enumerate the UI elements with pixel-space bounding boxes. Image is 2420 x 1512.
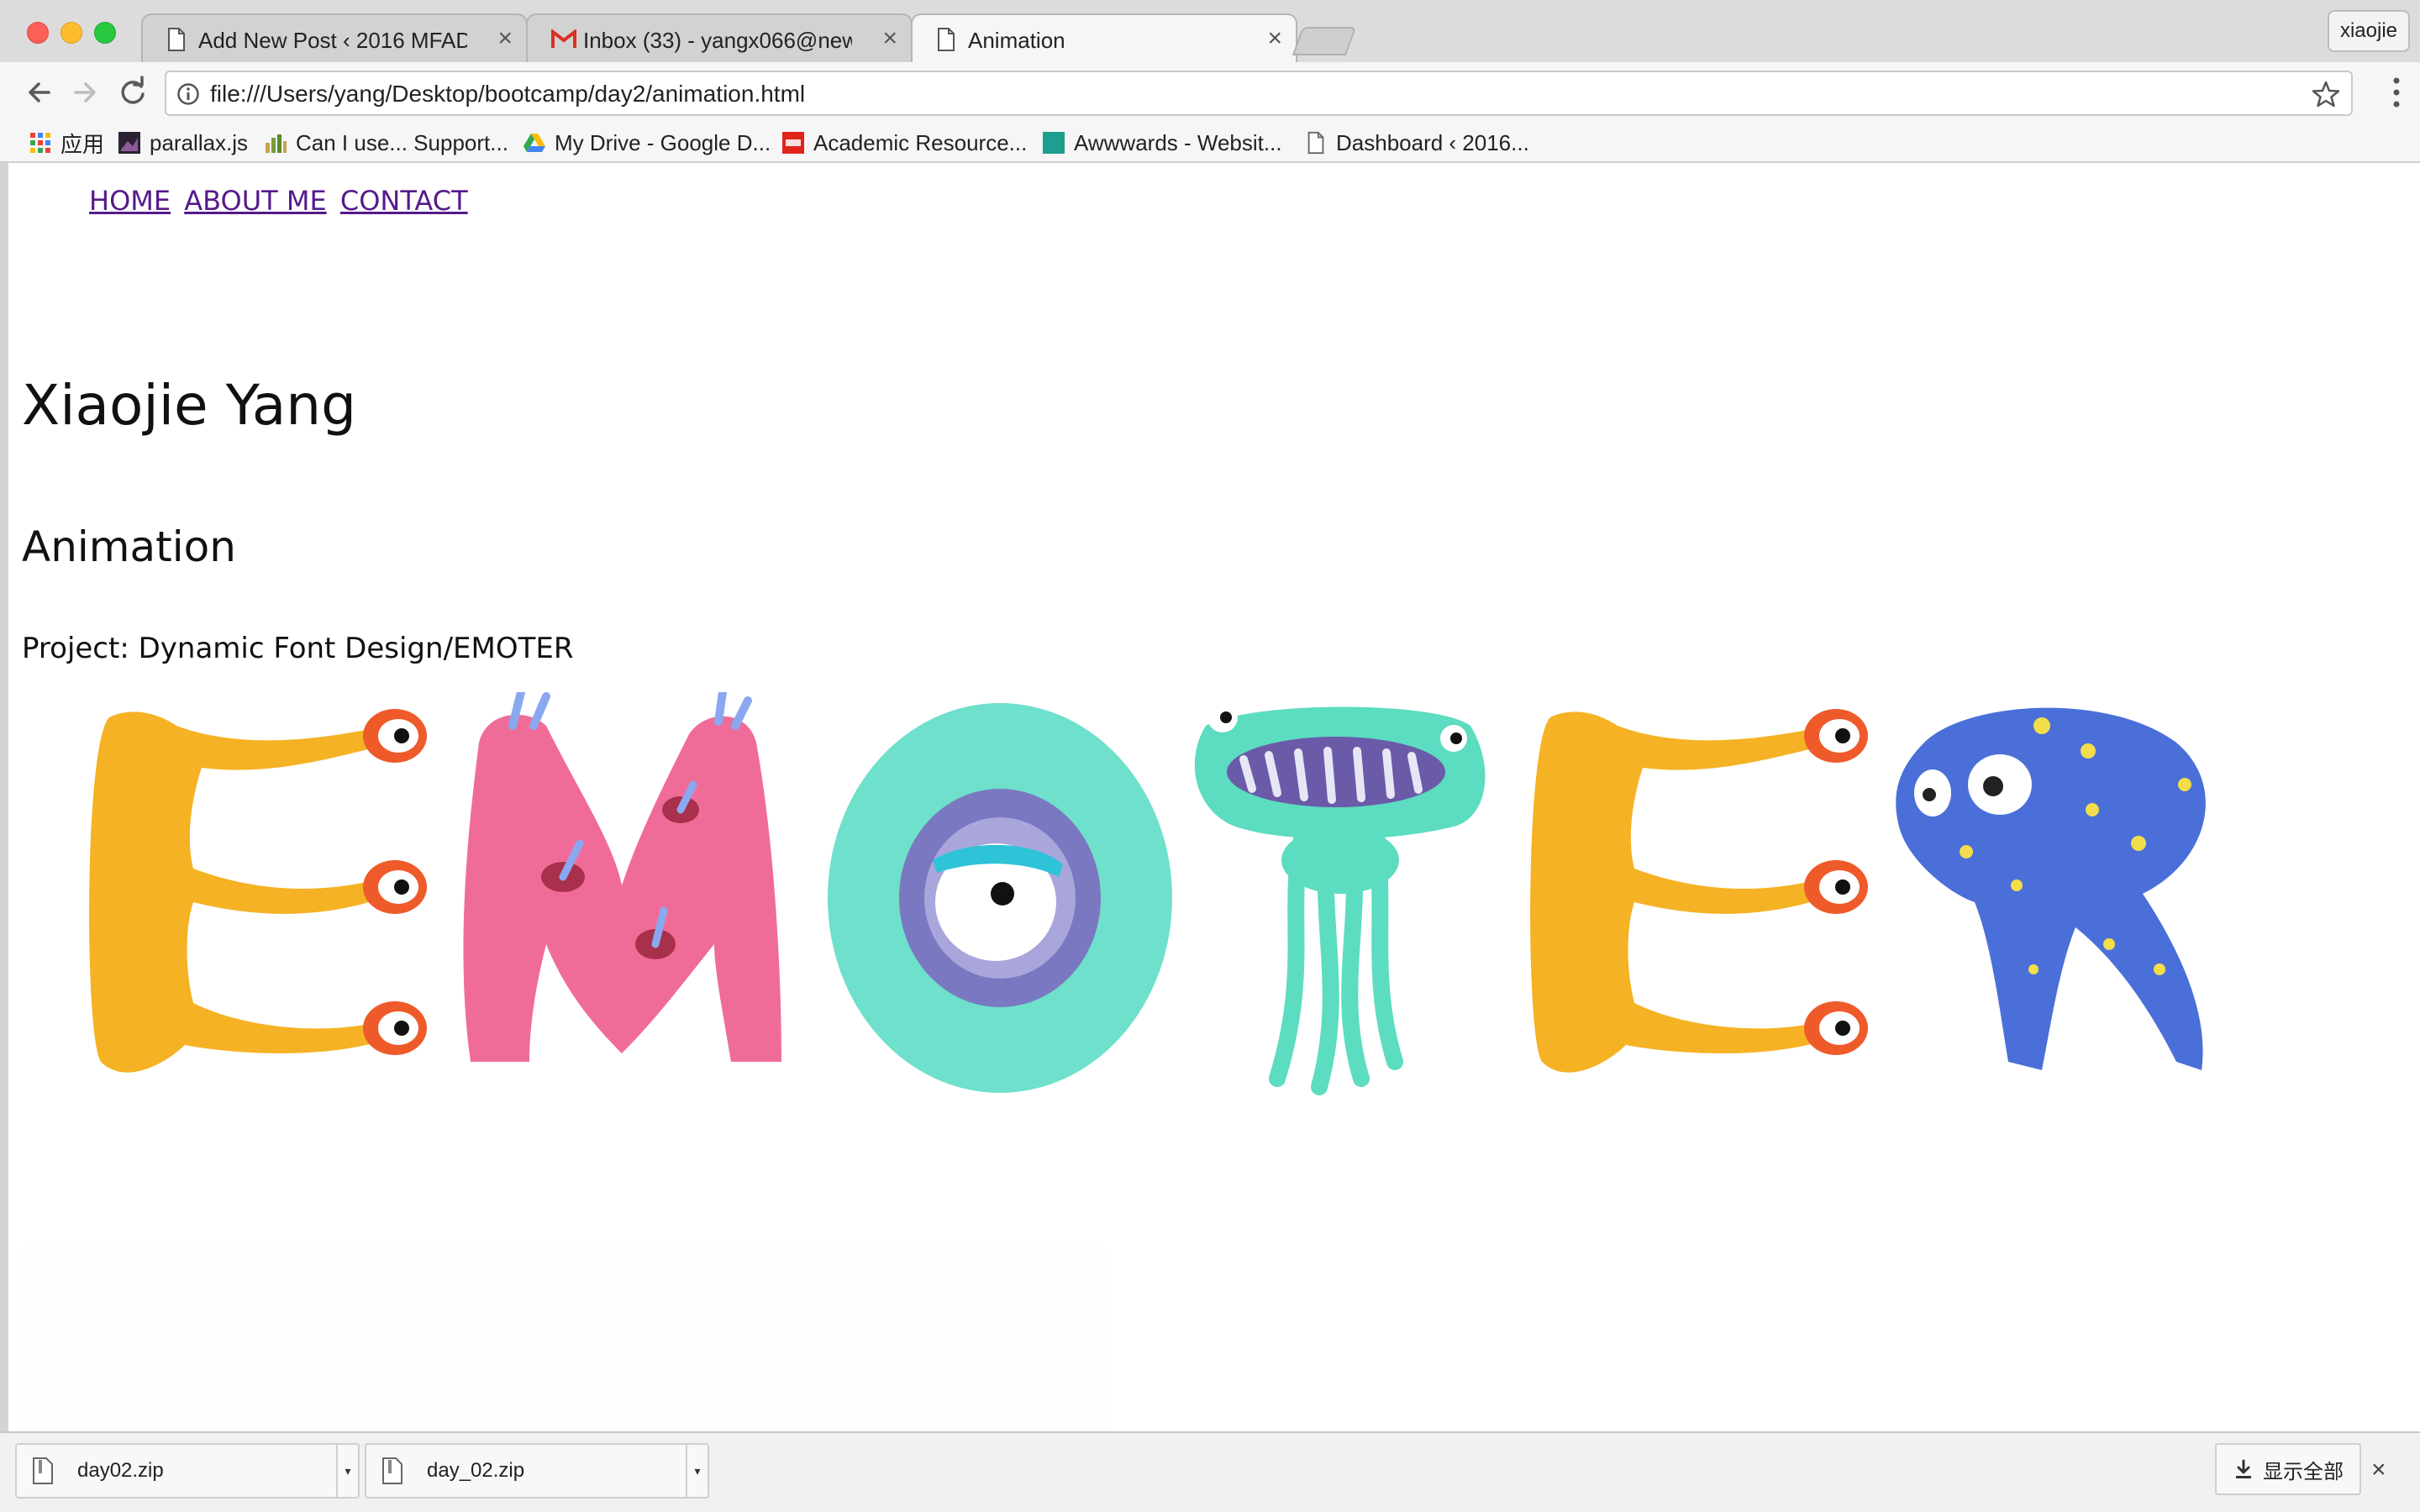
bookmark-label: 应用 [60, 131, 105, 157]
bookmark-google-drive[interactable]: My Drive - Google D... [523, 124, 771, 161]
bookmark-parallax[interactable]: parallax.js [118, 124, 248, 161]
browser-toolbar: file:///Users/yang/Desktop/bootcamp/day2… [0, 62, 2420, 124]
nav-link-home[interactable]: HOME [89, 185, 171, 217]
reload-icon[interactable] [114, 74, 151, 111]
page-viewport: HOME ABOUT ME CONTACT Xiaojie Yang Anima… [8, 163, 2420, 1431]
google-drive-icon [523, 134, 545, 152]
letter-o-monster [828, 703, 1172, 1093]
letter-r-monster [1896, 707, 2206, 1070]
download-shelf: day02.zip ▾ day_02.zip ▾ 显示全部 × [0, 1431, 2420, 1512]
window-maximize-button[interactable] [94, 22, 116, 44]
download-menu-arrow-icon[interactable]: ▾ [686, 1445, 708, 1497]
nav-link-about-me[interactable]: ABOUT ME [184, 185, 326, 217]
page-icon [1307, 131, 1324, 155]
letter-e-monster [89, 709, 427, 1073]
download-filename: day02.zip [77, 1459, 164, 1482]
tab-close-icon[interactable]: × [1267, 24, 1282, 54]
bookmark-awwwards[interactable]: Awwwards - Websit... [1042, 124, 1282, 161]
section-title: Animation [22, 522, 236, 571]
tab-close-icon[interactable]: × [497, 24, 513, 54]
file-icon [382, 1457, 402, 1484]
tab-close-icon[interactable]: × [882, 24, 897, 54]
back-arrow-icon[interactable] [20, 74, 57, 111]
tab-inbox[interactable]: Inbox (33) - yangx066@newsc × [526, 13, 913, 62]
site-title: Xiaojie Yang [22, 373, 357, 438]
letter-m-monster [463, 692, 781, 1062]
new-badge-icon [782, 132, 804, 154]
browser-menu-icon[interactable] [2388, 74, 2405, 111]
download-item[interactable]: day_02.zip ▾ [365, 1443, 709, 1499]
bookmark-label: Dashboard ‹ 2016... [1336, 129, 1529, 155]
window-minimize-button[interactable] [60, 22, 82, 44]
window-titlebar: Add New Post ‹ 2016 MFADT × Inbox (33) -… [0, 0, 2420, 62]
tab-title: Animation [968, 28, 1065, 53]
profile-button[interactable]: xiaojie [2328, 10, 2410, 52]
file-icon [33, 1457, 53, 1484]
parallax-icon [118, 132, 140, 154]
bookmark-label: Academic Resource... [813, 129, 1028, 155]
bookmark-dashboard[interactable]: Dashboard ‹ 2016... [1304, 124, 1529, 161]
download-filename: day_02.zip [427, 1459, 525, 1482]
bookmark-star-icon[interactable] [2311, 79, 2341, 109]
show-all-label: 显示全部 [2263, 1460, 2344, 1483]
bookmark-label: parallax.js [150, 129, 249, 155]
letter-t-monster [1194, 702, 1486, 1095]
tab-title: Inbox (33) - yangx066@newsc [583, 28, 852, 53]
download-menu-arrow-icon[interactable]: ▾ [336, 1445, 358, 1497]
bookmark-apps[interactable]: 应用 [29, 124, 104, 161]
gmail-icon [551, 29, 576, 48]
faded-content-block [22, 1247, 1106, 1431]
show-all-downloads-button[interactable]: 显示全部 [2215, 1443, 2361, 1495]
address-bar[interactable]: file:///Users/yang/Desktop/bootcamp/day2… [165, 71, 2353, 116]
info-icon[interactable] [176, 82, 200, 106]
nav-link-contact[interactable]: CONTACT [340, 185, 468, 217]
window-close-button[interactable] [27, 22, 49, 44]
bookmark-label: My Drive - Google D... [555, 129, 771, 155]
download-icon [2236, 1459, 2251, 1478]
url-text: file:///Users/yang/Desktop/bootcamp/day2… [210, 81, 806, 107]
tab-animation[interactable]: Animation × [911, 13, 1297, 62]
tab-title: Add New Post ‹ 2016 MFADT [198, 28, 467, 53]
page-icon [168, 28, 185, 51]
bookmark-label: Can I use... Support... [296, 129, 508, 155]
apps-grid-icon [30, 133, 50, 153]
new-tab-button[interactable] [1292, 27, 1357, 55]
download-item[interactable]: day02.zip ▾ [15, 1443, 360, 1499]
page-icon [938, 28, 955, 51]
project-caption: Project: Dynamic Font Design/EMOTER [22, 632, 574, 665]
emoter-artwork [89, 692, 2206, 1095]
tab-add-new-post[interactable]: Add New Post ‹ 2016 MFADT × [141, 13, 528, 62]
letter-e-monster [1530, 709, 1868, 1073]
bookmark-caniuse[interactable]: Can I use... Support... [264, 124, 508, 161]
awwwards-icon [1043, 132, 1065, 154]
forward-arrow-icon[interactable] [67, 74, 104, 111]
close-shelf-icon[interactable]: × [2371, 1455, 2386, 1485]
bookmarks-bar: 应用 parallax.js Can I use... Support... M… [0, 124, 2420, 163]
site-nav: HOME ABOUT ME CONTACT [89, 185, 473, 217]
bookmark-academic[interactable]: Academic Resource... [781, 124, 1027, 161]
bookmark-label: Awwwards - Websit... [1074, 129, 1282, 155]
caniuse-icon [266, 134, 287, 153]
